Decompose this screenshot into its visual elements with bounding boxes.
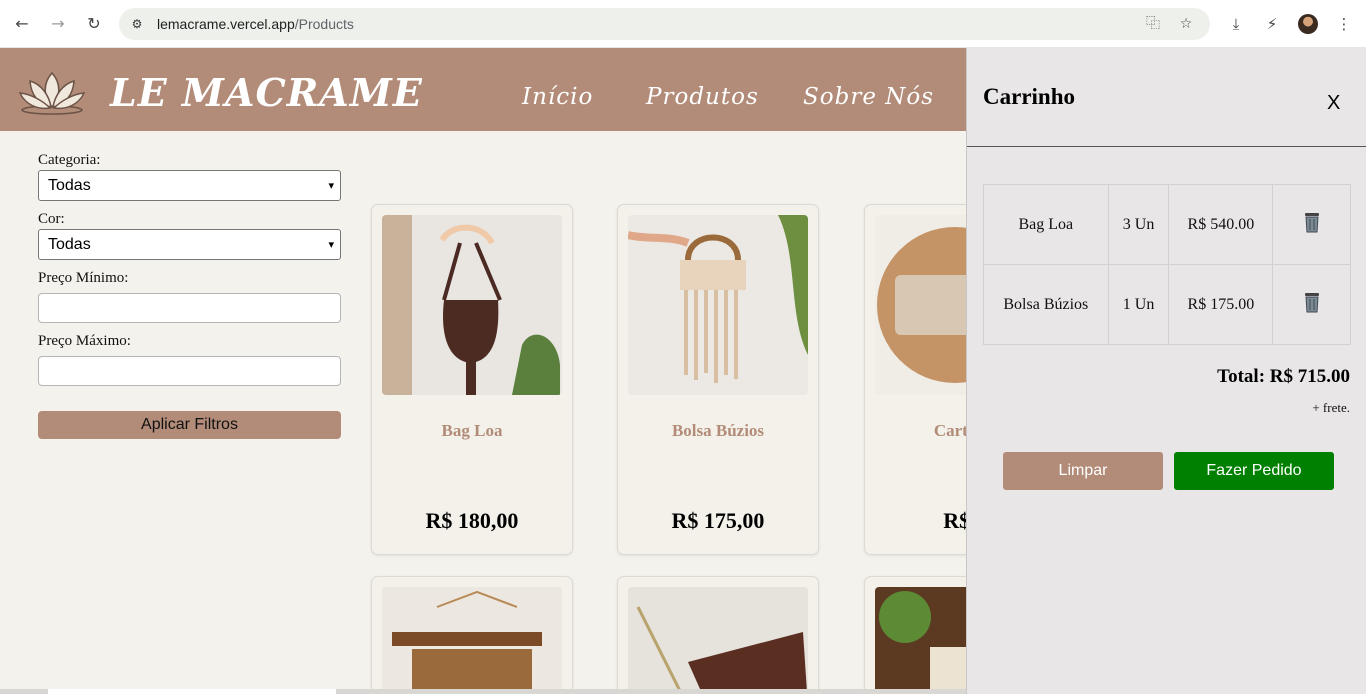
product-name[interactable]: Bolsa Búzios xyxy=(618,421,818,441)
shipping-note: + frete. xyxy=(1312,400,1350,415)
category-select[interactable]: Todas ▾ xyxy=(38,170,341,201)
color-select[interactable]: Todas ▾ xyxy=(38,229,341,260)
cart-title: Carrinho xyxy=(983,84,1075,109)
place-order-button[interactable]: Fazer Pedido xyxy=(1174,452,1334,490)
max-price-label: Preço Máximo: xyxy=(38,333,131,349)
product-name[interactable]: Bag Loa xyxy=(372,421,572,441)
product-card[interactable]: Bolsa Búzios R$ 175,00 xyxy=(617,204,819,555)
cart-panel: Carrinho X Bag Loa 3 Un R$ 540.00 Bolsa … xyxy=(966,48,1366,694)
table-row: Bag Loa 3 Un R$ 540.00 xyxy=(983,184,1351,265)
apply-filters-button[interactable]: Aplicar Filtros xyxy=(38,411,341,439)
reload-icon[interactable]: ↻ xyxy=(82,12,106,36)
cart-item-price: R$ 540.00 xyxy=(1168,184,1274,265)
product-card[interactable] xyxy=(617,576,819,694)
category-label: Categoria: xyxy=(38,152,101,168)
category-select-value: Todas xyxy=(48,177,91,194)
performance-icon[interactable]: ⚡ xyxy=(1260,12,1284,36)
product-price: R$ 175,00 xyxy=(671,508,765,533)
url-path: /Products xyxy=(294,16,354,32)
table-row: Bolsa Búzios 1 Un R$ 175.00 xyxy=(983,264,1351,345)
site-settings-icon[interactable]: ⚙ xyxy=(129,16,145,32)
cart-item-name: Bolsa Búzios xyxy=(983,264,1109,345)
chevron-down-icon: ▾ xyxy=(328,179,334,192)
more-menu-icon[interactable]: ⋮ xyxy=(1332,12,1356,36)
divider xyxy=(967,146,1366,147)
clear-cart-button[interactable]: Limpar xyxy=(1003,452,1163,490)
product-image[interactable] xyxy=(382,215,562,395)
translate-icon[interactable]: ⿻ xyxy=(1143,14,1163,34)
bookmark-star-icon[interactable]: ☆ xyxy=(1176,14,1196,34)
back-icon[interactable]: ← xyxy=(10,12,34,36)
chevron-down-icon: ▾ xyxy=(328,238,334,251)
cart-item-price: R$ 175.00 xyxy=(1168,264,1274,345)
min-price-label: Preço Mínimo: xyxy=(38,270,129,286)
close-cart-button[interactable]: X xyxy=(1327,92,1340,115)
profile-avatar[interactable] xyxy=(1298,14,1318,34)
url-text[interactable]: lemacrame.vercel.app/Products xyxy=(157,8,354,40)
url-host: lemacrame.vercel.app xyxy=(157,16,295,32)
product-image[interactable] xyxy=(628,587,808,694)
nav-produtos[interactable]: Produtos xyxy=(646,84,759,110)
product-image[interactable] xyxy=(628,215,808,395)
trash-icon[interactable] xyxy=(1303,291,1321,313)
color-label: Cor: xyxy=(38,211,65,227)
product-image[interactable] xyxy=(382,587,562,694)
cart-item-remove[interactable] xyxy=(1272,264,1351,345)
address-bar[interactable]: ⚙ lemacrame.vercel.app/Products ⿻ ☆ xyxy=(119,8,1210,40)
product-price: R$ 180,00 xyxy=(425,508,519,533)
cart-item-qty: 3 Un xyxy=(1107,184,1170,265)
browser-toolbar: ← → ↻ ⚙ lemacrame.vercel.app/Products ⿻ … xyxy=(0,0,1366,48)
min-price-input[interactable] xyxy=(38,293,341,323)
lotus-logo-icon[interactable] xyxy=(17,69,87,115)
color-select-value: Todas xyxy=(48,236,91,253)
nav-inicio[interactable]: Início xyxy=(522,84,593,110)
scrollbar-thumb[interactable] xyxy=(48,689,336,694)
cart-items-table: Bag Loa 3 Un R$ 540.00 Bolsa Búzios 1 Un… xyxy=(983,184,1351,345)
cart-item-remove[interactable] xyxy=(1272,184,1351,265)
brand-name[interactable]: LE MACRAME xyxy=(110,70,423,115)
forward-icon[interactable]: → xyxy=(46,12,70,36)
download-icon[interactable]: ⤓ xyxy=(1224,12,1248,36)
product-card[interactable]: Bag Loa R$ 180,00 xyxy=(371,204,573,555)
cart-item-name: Bag Loa xyxy=(983,184,1109,265)
cart-item-qty: 1 Un xyxy=(1107,264,1170,345)
cart-total: Total: R$ 715.00 xyxy=(1217,366,1350,387)
product-card[interactable] xyxy=(371,576,573,694)
nav-sobre-nos[interactable]: Sobre Nós xyxy=(803,84,934,110)
max-price-input[interactable] xyxy=(38,356,341,386)
trash-icon[interactable] xyxy=(1303,211,1321,233)
horizontal-scrollbar[interactable] xyxy=(0,689,966,694)
